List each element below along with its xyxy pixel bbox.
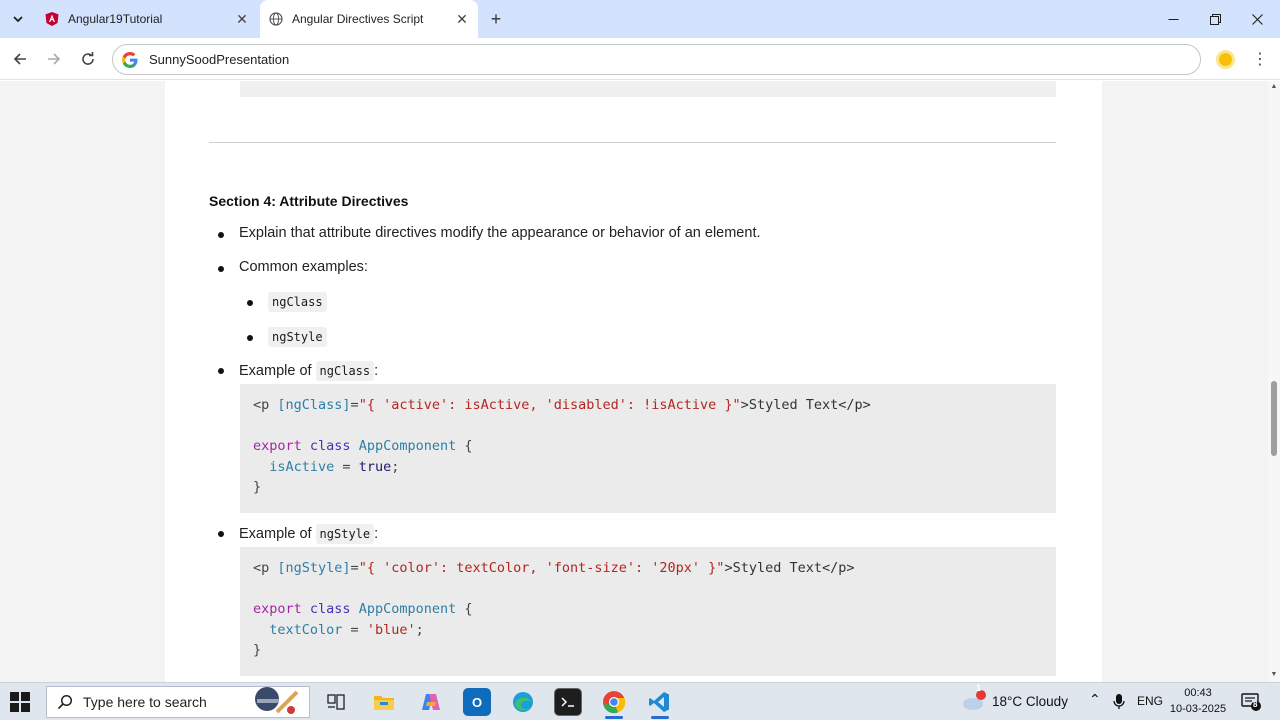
back-button[interactable] bbox=[6, 45, 34, 73]
horizontal-divider bbox=[209, 142, 1056, 143]
chevron-up-icon[interactable]: ⌃ bbox=[1089, 691, 1101, 708]
date-text: 10-03-2025 bbox=[1169, 703, 1227, 715]
list-item-text: Explain that attribute directives modify… bbox=[239, 225, 761, 241]
clock[interactable]: 00:43 10-03-2025 bbox=[1166, 685, 1230, 717]
weather-text[interactable]: 18°C Cloudy bbox=[992, 694, 1068, 709]
inline-code-ngclass: ngClass bbox=[268, 292, 327, 312]
inline-code-ngstyle: ngStyle bbox=[315, 524, 375, 544]
active-app-indicator bbox=[605, 716, 623, 719]
code-block-ngclass: <p [ngClass]="{ 'active': isActive, 'dis… bbox=[240, 384, 1056, 513]
bullet-dot bbox=[218, 531, 224, 537]
sub-list-item: ngStyle bbox=[247, 327, 327, 347]
tab-strip: Angular19Tutorial ✕ Angular Directives S… bbox=[0, 0, 1280, 38]
angular-icon bbox=[44, 11, 60, 27]
bullet-dot bbox=[218, 368, 224, 374]
windows-logo-icon bbox=[10, 692, 19, 701]
list-item: Explain that attribute directives modify… bbox=[218, 225, 761, 241]
list-item-text: Example of bbox=[239, 363, 312, 379]
google-icon bbox=[122, 51, 138, 68]
close-icon[interactable]: ✕ bbox=[452, 9, 472, 29]
colon: : bbox=[374, 363, 379, 379]
bullet-dot bbox=[218, 232, 224, 238]
bullet-dot bbox=[247, 335, 253, 341]
vertical-scrollbar[interactable]: ▲ ▼ bbox=[1268, 81, 1280, 682]
browser-menu-button[interactable]: ⋮ bbox=[1248, 45, 1272, 73]
weather-badge: 1 bbox=[976, 683, 982, 693]
edge-icon[interactable] bbox=[509, 688, 537, 716]
code-block-ngstyle: <p [ngStyle]="{ 'color': textColor, 'fon… bbox=[240, 547, 1056, 676]
taskbar-search[interactable]: Type here to search bbox=[46, 686, 310, 718]
notification-icon[interactable] bbox=[1241, 693, 1261, 711]
close-window-button[interactable] bbox=[1234, 0, 1280, 38]
new-tab-button[interactable]: + bbox=[484, 8, 508, 30]
chrome-icon[interactable] bbox=[600, 688, 628, 716]
section-heading: Section 4: Attribute Directives bbox=[209, 193, 409, 209]
arrow-left-icon bbox=[13, 53, 26, 65]
notification-count: 8 bbox=[1253, 700, 1258, 709]
list-item: Example of ngStyle : bbox=[218, 524, 378, 544]
scrollbar-thumb[interactable] bbox=[1271, 381, 1277, 456]
tab-title: Angular19Tutorial bbox=[68, 12, 163, 26]
bullet-dot bbox=[247, 300, 253, 306]
terminal-icon[interactable] bbox=[554, 688, 582, 716]
previous-code-block bbox=[240, 81, 1056, 97]
copilot-icon[interactable] bbox=[417, 688, 445, 716]
tab-title: Angular Directives Script bbox=[292, 12, 424, 26]
inline-code-ngstyle: ngStyle bbox=[268, 327, 327, 347]
cricket-helmet-icon bbox=[255, 687, 299, 714]
microphone-icon[interactable] bbox=[1113, 694, 1125, 710]
search-icon bbox=[57, 694, 73, 710]
language-indicator[interactable]: ENG bbox=[1137, 694, 1163, 708]
tab-angular-directives-script[interactable]: Angular Directives Script ✕ bbox=[260, 0, 478, 38]
address-bar[interactable]: SunnySoodPresentation bbox=[112, 44, 1201, 75]
close-icon[interactable]: ✕ bbox=[232, 9, 252, 29]
inline-code-ngclass: ngClass bbox=[315, 361, 375, 381]
globe-icon bbox=[268, 11, 284, 27]
close-icon bbox=[1251, 13, 1263, 25]
time-text: 00:43 bbox=[1184, 687, 1212, 699]
start-button[interactable] bbox=[10, 692, 30, 712]
windows-taskbar: Type here to search O 1 18°C Cloudy ⌃ EN… bbox=[0, 682, 1280, 720]
arrow-right-icon bbox=[48, 53, 61, 65]
list-item-text: Example of bbox=[239, 526, 312, 542]
tab-angular19tutorial[interactable]: Angular19Tutorial ✕ bbox=[36, 0, 258, 38]
page-viewport: Section 4: Attribute Directives Explain … bbox=[0, 81, 1268, 682]
minimize-button[interactable] bbox=[1150, 0, 1196, 38]
active-app-indicator bbox=[651, 716, 669, 719]
plus-icon: + bbox=[490, 8, 502, 29]
address-text: SunnySoodPresentation bbox=[149, 52, 290, 67]
sub-list-item: ngClass bbox=[247, 292, 327, 312]
search-placeholder: Type here to search bbox=[83, 694, 207, 710]
tab-search-button[interactable] bbox=[4, 6, 32, 32]
colon: : bbox=[374, 526, 379, 542]
minimize-icon bbox=[1168, 18, 1178, 20]
vscode-icon[interactable] bbox=[645, 688, 673, 716]
list-item: Common examples: bbox=[218, 259, 368, 275]
scroll-down-arrow-icon[interactable]: ▼ bbox=[1270, 671, 1278, 679]
document-page: Section 4: Attribute Directives Explain … bbox=[165, 81, 1102, 682]
profile-avatar[interactable] bbox=[1216, 50, 1235, 69]
reload-icon bbox=[82, 52, 94, 65]
more-vertical-icon: ⋮ bbox=[1252, 51, 1268, 68]
scroll-up-arrow-icon[interactable]: ▲ bbox=[1270, 83, 1278, 91]
task-view-icon[interactable] bbox=[322, 688, 350, 716]
browser-toolbar: SunnySoodPresentation ⋮ bbox=[0, 38, 1280, 80]
reload-button[interactable] bbox=[74, 45, 102, 73]
weather-icon[interactable] bbox=[960, 687, 988, 715]
outlook-icon[interactable]: O bbox=[463, 688, 491, 716]
list-item-text: Common examples: bbox=[239, 259, 368, 275]
file-explorer-icon[interactable] bbox=[370, 688, 398, 716]
list-item: Example of ngClass : bbox=[218, 361, 378, 381]
restore-icon bbox=[1209, 13, 1221, 25]
chevron-down-icon bbox=[13, 16, 23, 23]
restore-button[interactable] bbox=[1192, 0, 1238, 38]
bullet-dot bbox=[218, 266, 224, 272]
forward-button[interactable] bbox=[40, 45, 68, 73]
